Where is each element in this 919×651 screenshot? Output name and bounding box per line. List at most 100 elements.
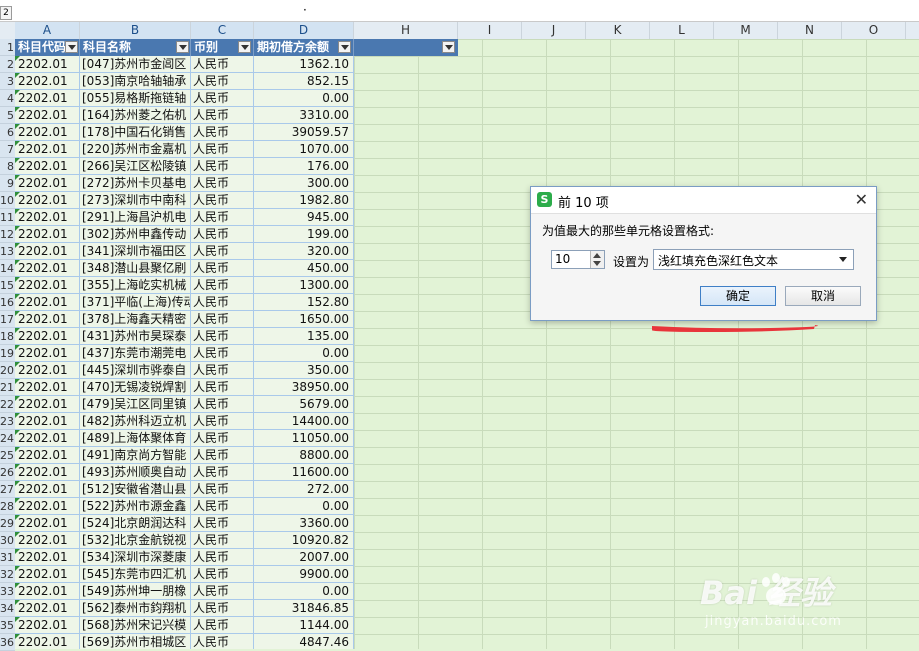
cell-opening-debit[interactable]: 0.00: [254, 583, 354, 600]
cell-account-name[interactable]: [562]泰州市鈞翔机: [80, 600, 191, 617]
cell-account-code[interactable]: 2202.01: [15, 56, 80, 73]
cell-currency[interactable]: 人民币: [191, 532, 254, 549]
cell-currency[interactable]: 人民币: [191, 600, 254, 617]
cell-currency[interactable]: 人民币: [191, 566, 254, 583]
stepper-up-icon[interactable]: [593, 253, 601, 258]
cell-opening-debit[interactable]: 8800.00: [254, 447, 354, 464]
cell-opening-debit[interactable]: 9900.00: [254, 566, 354, 583]
cell-account-code[interactable]: 2202.01: [15, 481, 80, 498]
row-header[interactable]: 35: [0, 617, 15, 634]
column-header-j[interactable]: J: [522, 22, 586, 39]
cell-account-code[interactable]: 2202.01: [15, 277, 80, 294]
cell-account-name[interactable]: [482]苏州科迈立机: [80, 413, 191, 430]
cell-currency[interactable]: 人民币: [191, 226, 254, 243]
column-header-i[interactable]: I: [458, 22, 522, 39]
cell-currency[interactable]: 人民币: [191, 311, 254, 328]
cell-account-code[interactable]: 2202.01: [15, 362, 80, 379]
cell-account-name[interactable]: [491]南京尚方智能: [80, 447, 191, 464]
cell-account-code[interactable]: 2202.01: [15, 209, 80, 226]
cell-account-name[interactable]: [341]深圳市福田区: [80, 243, 191, 260]
row-header[interactable]: 6: [0, 124, 15, 141]
cell-opening-debit[interactable]: 39059.57: [254, 124, 354, 141]
cell-opening-debit[interactable]: 450.00: [254, 260, 354, 277]
cell-account-name[interactable]: [549]苏州坤一朋橡: [80, 583, 191, 600]
filter-dropdown-icon[interactable]: [238, 41, 251, 53]
dialog-titlebar[interactable]: S 前 10 项 ✕: [531, 187, 876, 214]
cell-currency[interactable]: 人民币: [191, 56, 254, 73]
cell-account-name[interactable]: [470]无锡凌锐焊割: [80, 379, 191, 396]
cell-opening-debit[interactable]: 135.00: [254, 328, 354, 345]
cell-opening-debit[interactable]: 199.00: [254, 226, 354, 243]
cell-currency[interactable]: 人民币: [191, 277, 254, 294]
cell-account-code[interactable]: 2202.01: [15, 498, 80, 515]
cell-opening-debit[interactable]: 350.00: [254, 362, 354, 379]
cell-opening-debit[interactable]: 1070.00: [254, 141, 354, 158]
cell-opening-debit[interactable]: 3360.00: [254, 515, 354, 532]
row-header[interactable]: 15: [0, 277, 15, 294]
cell-opening-debit[interactable]: 31846.85: [254, 600, 354, 617]
cell-account-code[interactable]: 2202.01: [15, 634, 80, 649]
cell-currency[interactable]: 人民币: [191, 294, 254, 311]
cell-currency[interactable]: 人民币: [191, 498, 254, 515]
cell-opening-debit[interactable]: 272.00: [254, 481, 354, 498]
cell-currency[interactable]: 人民币: [191, 447, 254, 464]
cell-opening-debit[interactable]: 4847.46: [254, 634, 354, 649]
cell-account-name[interactable]: [479]吴江区同里镇: [80, 396, 191, 413]
cell-opening-debit[interactable]: 0.00: [254, 498, 354, 515]
cell-account-name[interactable]: [569]苏州市相城区: [80, 634, 191, 649]
cell-account-name[interactable]: [445]深圳市骅泰自: [80, 362, 191, 379]
row-header[interactable]: 2: [0, 56, 15, 73]
cell-account-name[interactable]: [355]上海屹实机械: [80, 277, 191, 294]
cell-account-name[interactable]: [524]北京朗润达科: [80, 515, 191, 532]
cell-account-code[interactable]: 2202.01: [15, 549, 80, 566]
cell-opening-debit[interactable]: 10920.82: [254, 532, 354, 549]
filter-dropdown-icon[interactable]: [176, 41, 189, 53]
cell-account-name[interactable]: [055]易格斯拖链轴: [80, 90, 191, 107]
header-account-name[interactable]: 科目名称: [80, 39, 191, 56]
chevron-down-icon[interactable]: [839, 257, 847, 262]
cell-account-name[interactable]: [047]苏州市金阊区: [80, 56, 191, 73]
cell-account-name[interactable]: [489]上海体聚体育: [80, 430, 191, 447]
cell-account-code[interactable]: 2202.01: [15, 226, 80, 243]
cell-account-code[interactable]: 2202.01: [15, 158, 80, 175]
cell-account-code[interactable]: 2202.01: [15, 447, 80, 464]
cell-account-code[interactable]: 2202.01: [15, 243, 80, 260]
cell-opening-debit[interactable]: 300.00: [254, 175, 354, 192]
column-header-k[interactable]: K: [586, 22, 650, 39]
column-header-b[interactable]: B: [80, 22, 191, 39]
cell-currency[interactable]: 人民币: [191, 379, 254, 396]
cell-currency[interactable]: 人民币: [191, 158, 254, 175]
row-header[interactable]: 12: [0, 226, 15, 243]
cell-account-code[interactable]: 2202.01: [15, 600, 80, 617]
cell-opening-debit[interactable]: 3310.00: [254, 107, 354, 124]
cell-opening-debit[interactable]: 852.15: [254, 73, 354, 90]
cell-account-name[interactable]: [532]北京金航锐视: [80, 532, 191, 549]
cell-account-name[interactable]: [534]深圳市深菱康: [80, 549, 191, 566]
row-header[interactable]: 28: [0, 498, 15, 515]
cell-account-name[interactable]: [178]中国石化销售: [80, 124, 191, 141]
cell-account-code[interactable]: 2202.01: [15, 124, 80, 141]
cell-currency[interactable]: 人民币: [191, 260, 254, 277]
cell-currency[interactable]: 人民币: [191, 617, 254, 634]
cell-account-code[interactable]: 2202.01: [15, 515, 80, 532]
cell-account-code[interactable]: 2202.01: [15, 532, 80, 549]
row-header[interactable]: 23: [0, 413, 15, 430]
cell-opening-debit[interactable]: 320.00: [254, 243, 354, 260]
cell-account-name[interactable]: [378]上海鑫天精密: [80, 311, 191, 328]
column-header-c[interactable]: C: [191, 22, 254, 39]
outline-level-button[interactable]: 2: [0, 6, 12, 20]
cell-account-code[interactable]: 2202.01: [15, 73, 80, 90]
cell-account-code[interactable]: 2202.01: [15, 583, 80, 600]
cell-account-name[interactable]: [053]南京哈轴轴承: [80, 73, 191, 90]
cell-account-name[interactable]: [266]吴江区松陵镇: [80, 158, 191, 175]
cell-currency[interactable]: 人民币: [191, 124, 254, 141]
cell-opening-debit[interactable]: 152.80: [254, 294, 354, 311]
row-header[interactable]: 29: [0, 515, 15, 532]
row-header[interactable]: 16: [0, 294, 15, 311]
cell-account-code[interactable]: 2202.01: [15, 294, 80, 311]
cell-account-code[interactable]: 2202.01: [15, 379, 80, 396]
cell-currency[interactable]: 人民币: [191, 549, 254, 566]
row-header[interactable]: 14: [0, 260, 15, 277]
cell-account-code[interactable]: 2202.01: [15, 260, 80, 277]
cell-opening-debit[interactable]: 11600.00: [254, 464, 354, 481]
